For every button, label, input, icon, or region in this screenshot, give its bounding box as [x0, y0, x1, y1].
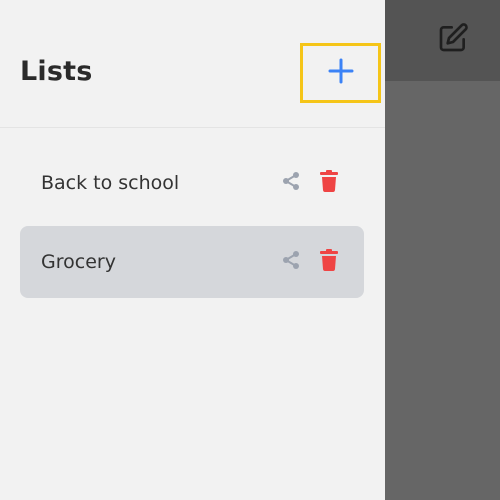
background-header [385, 0, 500, 81]
trash-icon [319, 249, 339, 275]
share-button[interactable] [281, 250, 301, 274]
drawer-header: Lists [0, 0, 385, 128]
add-list-button[interactable] [300, 43, 381, 103]
edit-button[interactable] [435, 22, 471, 58]
lists-drawer: Lists Back to school Grocery [0, 0, 385, 500]
list-item-selected[interactable]: Grocery [20, 226, 364, 298]
drawer-title: Lists [20, 56, 93, 87]
list-item-label: Grocery [41, 251, 116, 273]
share-button[interactable] [281, 171, 301, 195]
delete-button[interactable] [319, 170, 339, 196]
share-icon [281, 250, 301, 274]
list-item-label: Back to school [41, 172, 180, 194]
edit-icon [437, 22, 469, 58]
lists-list: Back to school Grocery [20, 147, 364, 305]
dimmed-background[interactable] [385, 0, 500, 500]
delete-button[interactable] [319, 249, 339, 275]
share-icon [281, 171, 301, 195]
plus-icon [327, 57, 355, 89]
list-item[interactable]: Back to school [20, 147, 364, 219]
trash-icon [319, 170, 339, 196]
